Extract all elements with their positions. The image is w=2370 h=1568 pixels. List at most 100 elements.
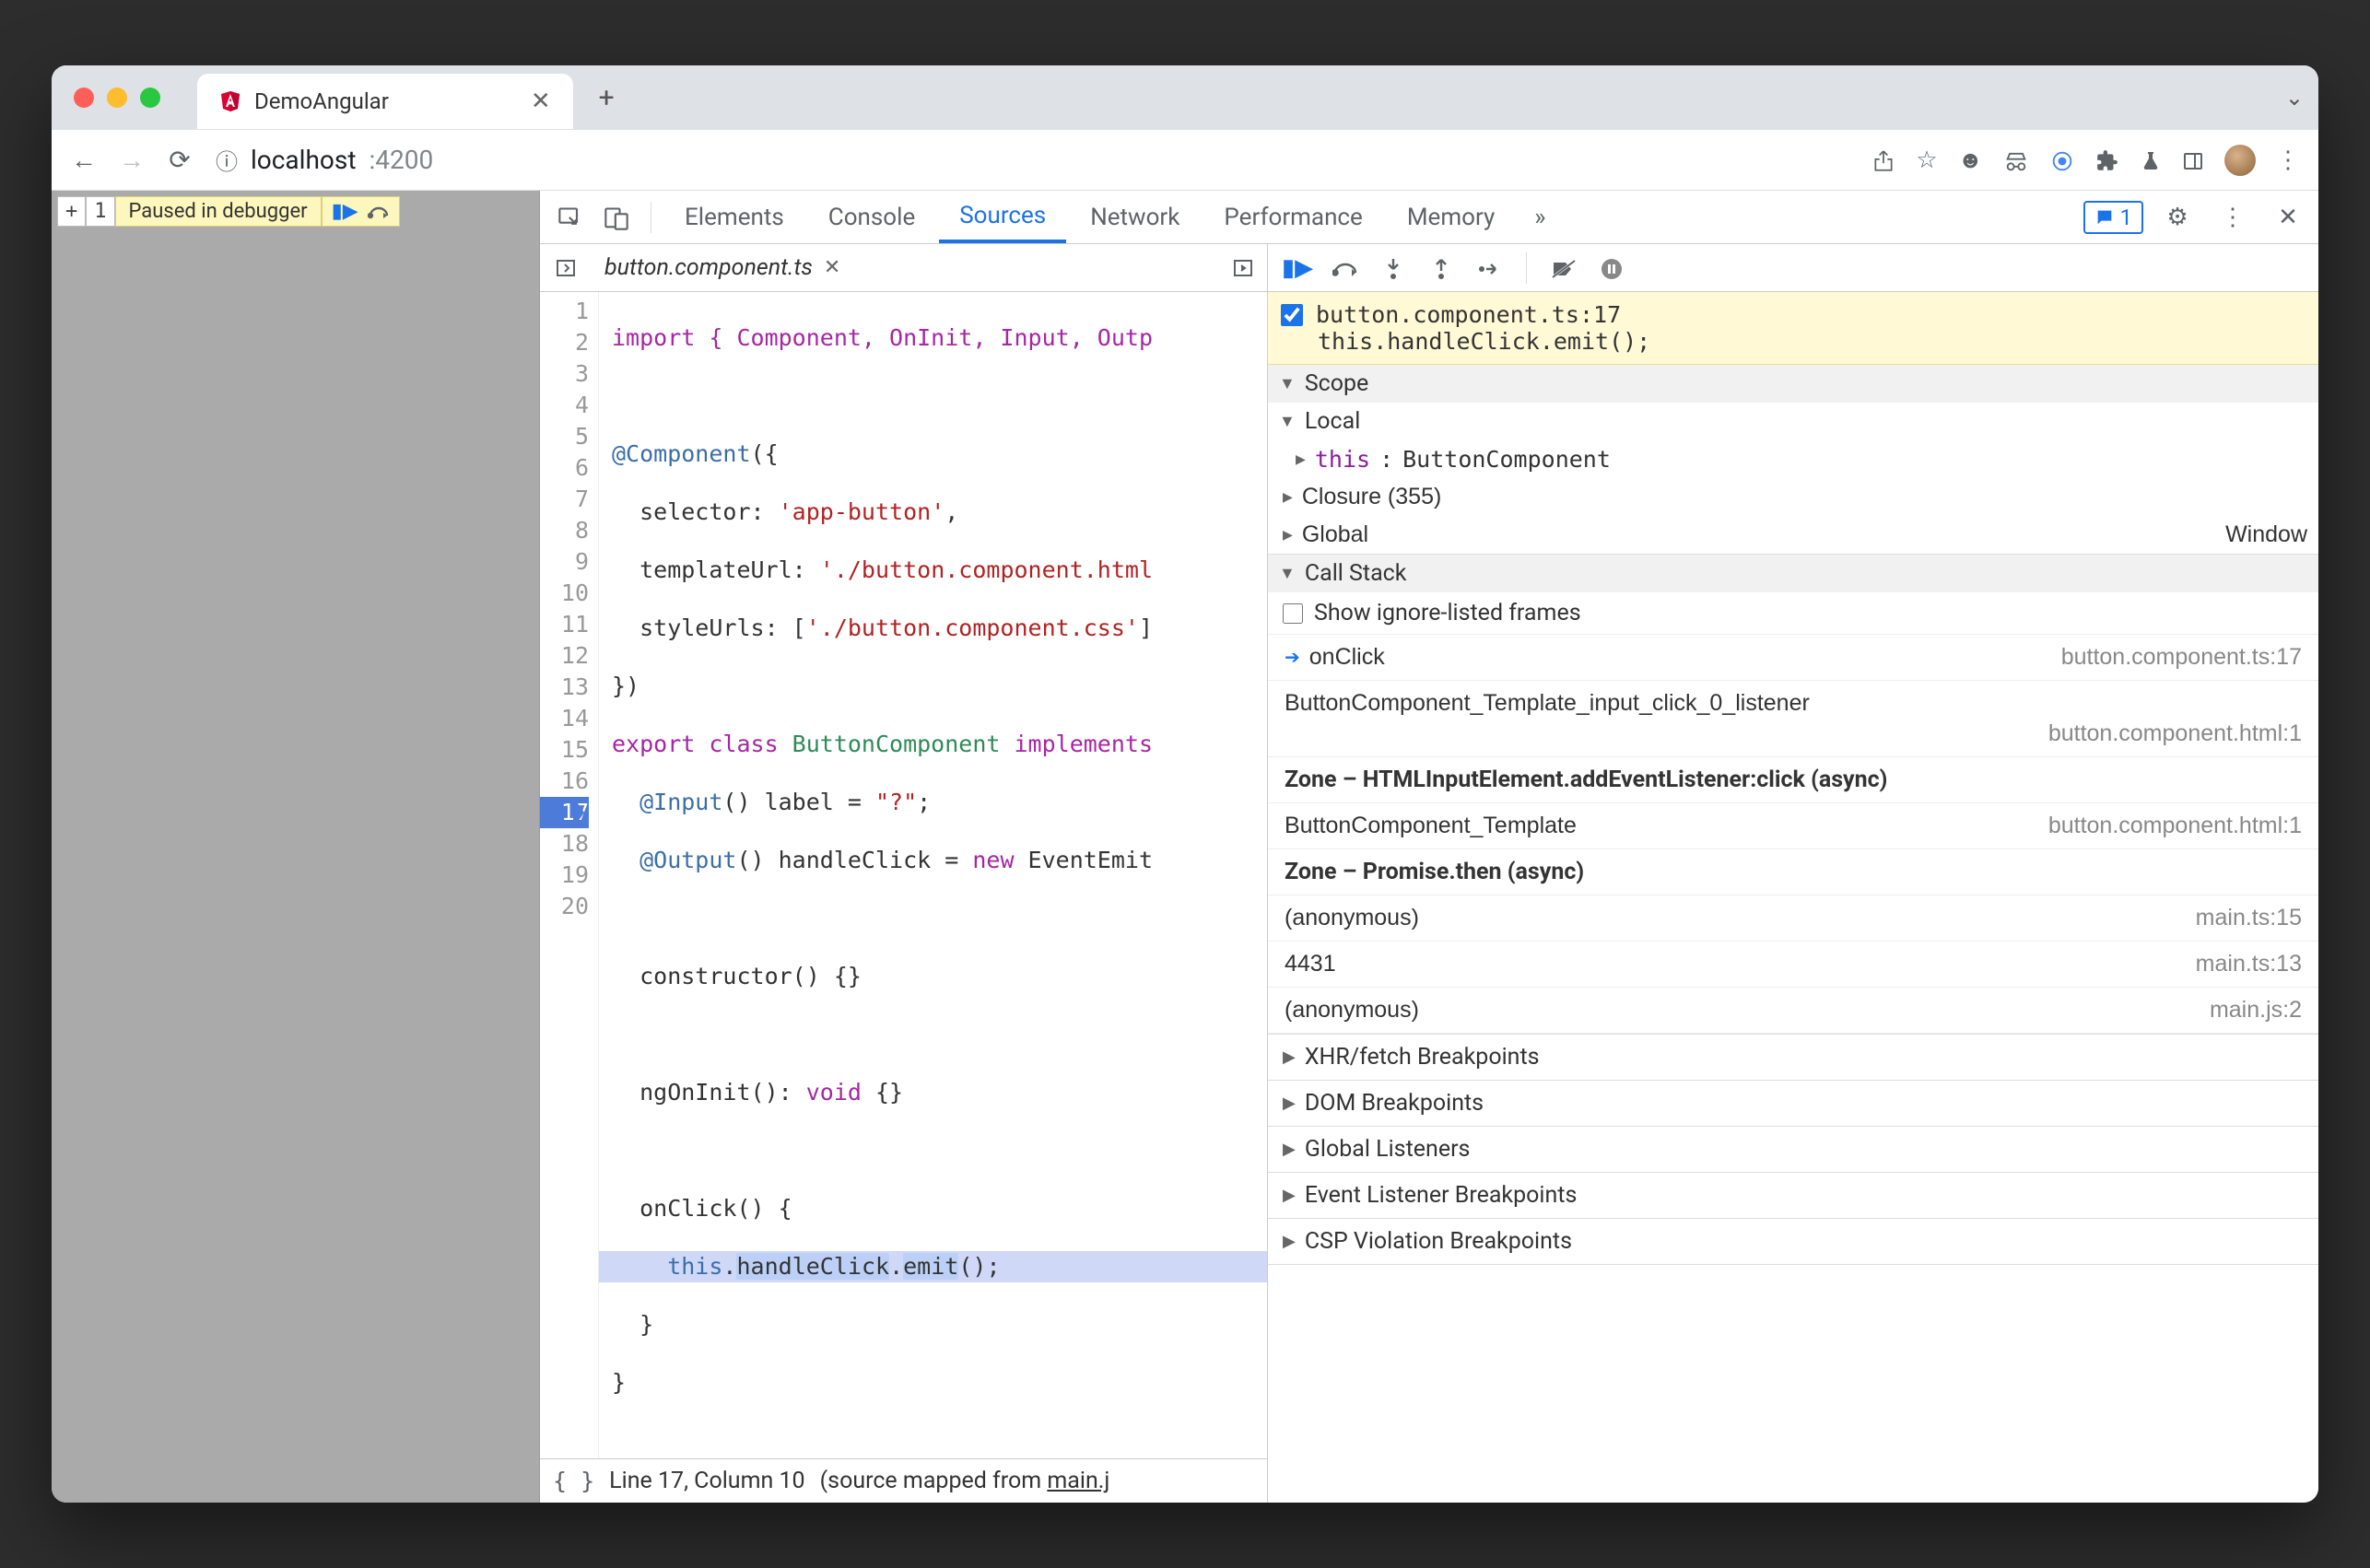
code-editor[interactable]: 1234567891011121314151617181920 import {… (540, 292, 1267, 1458)
async-zone-label: Zone – HTMLInputElement.addEventListener… (1268, 757, 2318, 803)
code-token: void (806, 1079, 862, 1106)
code-token: () handleClick = (736, 847, 972, 873)
breakpoint-location[interactable]: button.component.ts:17 (1316, 301, 1621, 328)
scope-closure-row[interactable]: ▶ Closure (355) (1268, 478, 2318, 516)
code-token: 'app-button' (779, 498, 945, 525)
code-token: @Input (612, 789, 722, 815)
scope-global-label: Global (1302, 521, 1368, 548)
close-tab-icon[interactable]: ✕ (531, 88, 551, 115)
settings-icon[interactable]: ⚙ (2156, 204, 2199, 231)
callstack-frame[interactable]: ButtonComponent_Template button.componen… (1268, 803, 2318, 849)
section-global-listeners[interactable]: ▶Global Listeners (1268, 1127, 2318, 1173)
tabs-menu-icon[interactable]: ⌄ (2285, 85, 2304, 111)
forward-button[interactable]: → (112, 145, 151, 175)
close-devtools-icon[interactable]: ✕ (2267, 204, 2309, 231)
profile-avatar[interactable] (2224, 145, 2256, 176)
bookmark-icon[interactable]: ☆ (1916, 146, 1937, 174)
run-snippet-icon[interactable] (1232, 256, 1260, 279)
callstack-frame[interactable]: ButtonComponent_Template_input_click_0_l… (1268, 681, 2318, 757)
section-event-listener-breakpoints[interactable]: ▶Event Listener Breakpoints (1268, 1173, 2318, 1219)
devtools-right-controls: 1 ⚙ ⋮ ✕ (2083, 201, 2310, 234)
chevron-right-icon: ▶ (1283, 487, 1293, 507)
omnibox[interactable]: ⓘ localhost:4200 (216, 144, 1855, 176)
pretty-print-icon[interactable]: { } (553, 1468, 594, 1494)
angular-icon (219, 90, 241, 112)
browser-menu-icon[interactable]: ⋮ (2276, 146, 2300, 174)
resume-icon[interactable]: ▮▶ (1277, 254, 1318, 282)
tab-network[interactable]: Network (1070, 191, 1200, 243)
tab-elements[interactable]: Elements (664, 191, 804, 243)
devtools-menu-icon[interactable]: ⋮ (2212, 204, 2254, 231)
device-toggle-icon[interactable] (595, 203, 638, 230)
step-out-icon[interactable] (1421, 254, 1461, 282)
scope-this-row[interactable]: ▶this: ButtonComponent (1268, 440, 2318, 478)
callstack-header[interactable]: ▼Call Stack (1268, 555, 2318, 592)
callstack-frame[interactable]: ➔onClick button.component.ts:17 (1268, 635, 2318, 681)
show-navigator-icon[interactable] (547, 256, 584, 279)
show-ignore-listed[interactable]: Show ignore-listed frames (1268, 592, 2318, 635)
site-info-icon[interactable]: ⓘ (216, 144, 238, 176)
code-line: import { Component, OnInit, Input, Outp (612, 324, 1153, 351)
more-tabs-icon[interactable]: » (1519, 204, 1561, 231)
tab-console[interactable]: Console (808, 191, 935, 243)
frame-location: main.js:2 (2210, 997, 2302, 1024)
deactivate-breakpoints-icon[interactable] (1543, 254, 1584, 282)
back-button[interactable]: ← (65, 145, 103, 175)
code-token: "?" (875, 789, 917, 815)
maximize-window-button[interactable] (140, 88, 160, 108)
reload-button[interactable]: ⟳ (160, 145, 199, 175)
callstack-frame[interactable]: (anonymous) main.js:2 (1268, 988, 2318, 1034)
mapped-link[interactable]: main.j (1047, 1468, 1109, 1494)
devtools-tab-strip: Elements Console Sources Network Perform… (540, 191, 2318, 244)
callstack-frame[interactable]: 4431 main.ts:13 (1268, 942, 2318, 988)
extension-incognito-icon[interactable] (2003, 146, 2029, 173)
browser-tab[interactable]: DemoAngular ✕ (197, 74, 573, 129)
frame-name: (anonymous) (1285, 997, 1419, 1024)
new-tab-button[interactable]: + (599, 82, 615, 114)
overlay-resume-icon[interactable]: ▮▶ (332, 200, 358, 223)
step-over-icon[interactable] (1325, 254, 1366, 282)
close-window-button[interactable] (74, 88, 94, 108)
code-token: export (612, 731, 695, 757)
scope-closure-label: Closure (355) (1302, 484, 1441, 510)
labs-icon[interactable] (2140, 146, 2162, 174)
callstack-frame[interactable]: (anonymous) main.ts:15 (1268, 895, 2318, 942)
scope-key: this (1315, 446, 1370, 473)
extension-face-icon[interactable]: ☻ (1958, 146, 1983, 174)
scope-local-header[interactable]: ▼Local (1268, 403, 2318, 440)
breakpoint-checkbox[interactable] (1281, 304, 1303, 326)
paused-on-breakpoint-banner: button.component.ts:17 this.handleClick.… (1268, 292, 2318, 365)
step-icon[interactable] (1469, 254, 1509, 282)
inspect-icon[interactable] (549, 203, 592, 230)
minimize-window-button[interactable] (107, 88, 127, 108)
extensions-icon[interactable] (2095, 146, 2119, 174)
panel-icon[interactable] (2182, 146, 2204, 174)
code-token: ({ (751, 440, 779, 467)
tab-memory[interactable]: Memory (1387, 191, 1515, 243)
step-into-icon[interactable] (1373, 254, 1414, 282)
section-title: Event Listener Breakpoints (1305, 1182, 1578, 1209)
tab-sources[interactable]: Sources (939, 191, 1066, 243)
tab-performance[interactable]: Performance (1203, 191, 1382, 243)
code-token: templateUrl: (612, 556, 820, 583)
scope-header[interactable]: ▼Scope (1268, 365, 2318, 403)
section-xhr-breakpoints[interactable]: ▶XHR/fetch Breakpoints (1268, 1035, 2318, 1081)
extension-eye-icon[interactable] (2049, 146, 2075, 173)
file-tab[interactable]: button.component.ts ✕ (592, 254, 853, 281)
overlay-step-icon[interactable] (368, 200, 390, 223)
scope-global-row[interactable]: ▶GlobalWindow (1268, 516, 2318, 554)
section-dom-breakpoints[interactable]: ▶DOM Breakpoints (1268, 1081, 2318, 1127)
page-viewport: + 1 Paused in debugger ▮▶ (52, 191, 540, 1503)
pause-on-exceptions-icon[interactable] (1591, 254, 1632, 282)
share-icon[interactable] (1871, 146, 1895, 174)
issues-button[interactable]: 1 (2083, 201, 2144, 234)
overlay-plus-button[interactable]: + (57, 196, 86, 227)
content-row: + 1 Paused in debugger ▮▶ Elements Conso… (52, 191, 2318, 1503)
show-ignore-checkbox[interactable] (1283, 603, 1303, 624)
code-token: handleClick (736, 1253, 889, 1280)
section-title: Call Stack (1305, 560, 1407, 587)
code-token: implements (1000, 731, 1153, 757)
line-gutter[interactable]: 1234567891011121314151617181920 (540, 292, 599, 1458)
close-file-icon[interactable]: ✕ (824, 256, 840, 279)
section-csp-breakpoints[interactable]: ▶CSP Violation Breakpoints (1268, 1219, 2318, 1265)
